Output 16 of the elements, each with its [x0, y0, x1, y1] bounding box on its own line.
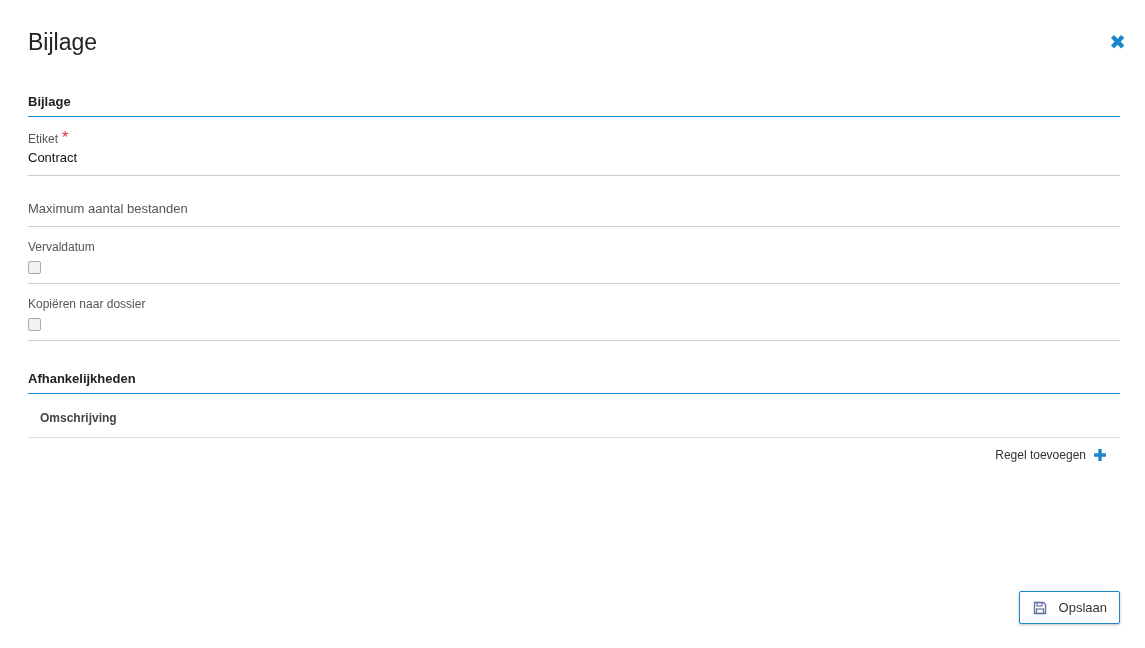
checkbox[interactable]	[28, 318, 41, 331]
add-row-button[interactable]: Regel toevoegen	[995, 448, 1106, 462]
field-label: Kopiëren naar dossier	[28, 296, 147, 312]
column-header: Omschrijving	[28, 394, 1120, 438]
dialog-title: Bijlage	[28, 28, 98, 56]
field-value[interactable]: Contract	[28, 149, 78, 167]
checkbox[interactable]	[28, 261, 41, 274]
close-button[interactable]: ✖	[1109, 31, 1126, 53]
plus-icon	[1094, 449, 1106, 461]
section-heading: Afhankelijkheden	[28, 361, 1120, 394]
required-mark: *	[62, 129, 69, 146]
section-heading: Bijlage	[28, 84, 1120, 117]
field-label: Etiket	[28, 132, 58, 146]
field-label: Vervaldatum	[28, 239, 96, 255]
save-button[interactable]: Opslaan	[1018, 591, 1120, 624]
input-field[interactable]: Maximum aantal bestanden	[28, 200, 428, 218]
